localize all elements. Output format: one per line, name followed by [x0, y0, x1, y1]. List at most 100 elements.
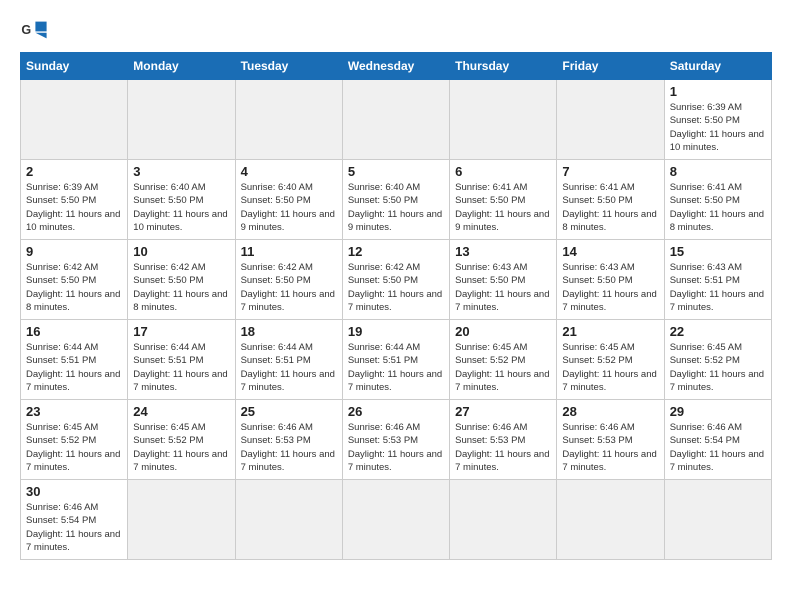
calendar-cell: [450, 80, 557, 160]
day-info: Sunrise: 6:43 AM Sunset: 5:50 PM Dayligh…: [455, 261, 551, 314]
day-number: 12: [348, 244, 444, 259]
calendar-cell: 17 Sunrise: 6:44 AM Sunset: 5:51 PM Dayli…: [128, 320, 235, 400]
day-number: 29: [670, 404, 766, 419]
calendar-week-3: 16 Sunrise: 6:44 AM Sunset: 5:51 PM Dayli…: [21, 320, 772, 400]
calendar-cell: 26 Sunrise: 6:46 AM Sunset: 5:53 PM Dayli…: [342, 400, 449, 480]
calendar-cell: 13 Sunrise: 6:43 AM Sunset: 5:50 PM Dayli…: [450, 240, 557, 320]
day-number: 14: [562, 244, 658, 259]
calendar-cell: 5 Sunrise: 6:40 AM Sunset: 5:50 PM Daylig…: [342, 160, 449, 240]
calendar-cell: 25Sunrise: 6:46 AM Sunset: 5:53 PM Dayli…: [235, 400, 342, 480]
day-number: 19: [348, 324, 444, 339]
calendar-cell: 4 Sunrise: 6:40 AM Sunset: 5:50 PM Daylig…: [235, 160, 342, 240]
calendar-cell: 2 Sunrise: 6:39 AM Sunset: 5:50 PM Daylig…: [21, 160, 128, 240]
calendar-cell: 16 Sunrise: 6:44 AM Sunset: 5:51 PM Dayli…: [21, 320, 128, 400]
header-friday: Friday: [557, 53, 664, 80]
header-tuesday: Tuesday: [235, 53, 342, 80]
day-number: 17: [133, 324, 229, 339]
day-info: Sunrise: 6:45 AM Sunset: 5:52 PM Dayligh…: [670, 341, 766, 394]
day-number: 8: [670, 164, 766, 179]
header-wednesday: Wednesday: [342, 53, 449, 80]
day-info: Sunrise: 6:42 AM Sunset: 5:50 PM Dayligh…: [133, 261, 229, 314]
day-info: Sunrise: 6:41 AM Sunset: 5:50 PM Dayligh…: [562, 181, 658, 234]
calendar-cell: [557, 480, 664, 560]
day-number: 4: [241, 164, 337, 179]
calendar-body: 1 Sunrise: 6:39 AM Sunset: 5:50 PM Daylig…: [21, 80, 772, 560]
calendar-cell: 23 Sunrise: 6:45 AM Sunset: 5:52 PM Dayli…: [21, 400, 128, 480]
day-number: 23: [26, 404, 122, 419]
day-number: 24: [133, 404, 229, 419]
header-saturday: Saturday: [664, 53, 771, 80]
calendar-cell: 8 Sunrise: 6:41 AM Sunset: 5:50 PM Daylig…: [664, 160, 771, 240]
svg-text:G: G: [21, 23, 31, 37]
calendar-cell: [128, 80, 235, 160]
day-info: Sunrise: 6:45 AM Sunset: 5:52 PM Dayligh…: [562, 341, 658, 394]
calendar-cell: [342, 80, 449, 160]
header-thursday: Thursday: [450, 53, 557, 80]
day-number: 5: [348, 164, 444, 179]
day-info: Sunrise: 6:44 AM Sunset: 5:51 PM Dayligh…: [241, 341, 337, 394]
calendar-cell: 27 Sunrise: 6:46 AM Sunset: 5:53 PM Dayli…: [450, 400, 557, 480]
logo: G: [20, 16, 52, 44]
calendar-cell: 11Sunrise: 6:42 AM Sunset: 5:50 PM Dayli…: [235, 240, 342, 320]
day-info: Sunrise: 6:41 AM Sunset: 5:50 PM Dayligh…: [670, 181, 766, 234]
calendar-cell: 10Sunrise: 6:42 AM Sunset: 5:50 PM Dayli…: [128, 240, 235, 320]
calendar-cell: [128, 480, 235, 560]
day-number: 20: [455, 324, 551, 339]
calendar-cell: 1 Sunrise: 6:39 AM Sunset: 5:50 PM Daylig…: [664, 80, 771, 160]
day-info: Sunrise: 6:40 AM Sunset: 5:50 PM Dayligh…: [133, 181, 229, 234]
calendar-cell: 24 Sunrise: 6:45 AM Sunset: 5:52 PM Dayli…: [128, 400, 235, 480]
day-number: 3: [133, 164, 229, 179]
day-info: Sunrise: 6:39 AM Sunset: 5:50 PM Dayligh…: [670, 101, 766, 154]
calendar-cell: 22 Sunrise: 6:45 AM Sunset: 5:52 PM Dayli…: [664, 320, 771, 400]
day-number: 26: [348, 404, 444, 419]
day-info: Sunrise: 6:40 AM Sunset: 5:50 PM Dayligh…: [348, 181, 444, 234]
calendar-header: SundayMondayTuesdayWednesdayThursdayFrid…: [21, 53, 772, 80]
day-info: Sunrise: 6:40 AM Sunset: 5:50 PM Dayligh…: [241, 181, 337, 234]
day-number: 27: [455, 404, 551, 419]
day-number: 9: [26, 244, 122, 259]
day-info: Sunrise: 6:45 AM Sunset: 5:52 PM Dayligh…: [455, 341, 551, 394]
day-info: Sunrise: 6:44 AM Sunset: 5:51 PM Dayligh…: [133, 341, 229, 394]
day-info: Sunrise: 6:43 AM Sunset: 5:50 PM Dayligh…: [562, 261, 658, 314]
day-number: 28: [562, 404, 658, 419]
day-info: Sunrise: 6:46 AM Sunset: 5:53 PM Dayligh…: [348, 421, 444, 474]
day-info: Sunrise: 6:46 AM Sunset: 5:53 PM Dayligh…: [562, 421, 658, 474]
day-info: Sunrise: 6:39 AM Sunset: 5:50 PM Dayligh…: [26, 181, 122, 234]
calendar-cell: 30Sunrise: 6:46 AM Sunset: 5:54 PM Dayli…: [21, 480, 128, 560]
day-number: 11: [241, 244, 337, 259]
page-header: G: [20, 16, 772, 44]
header-monday: Monday: [128, 53, 235, 80]
calendar-cell: [664, 480, 771, 560]
day-number: 2: [26, 164, 122, 179]
calendar-week-5: 30Sunrise: 6:46 AM Sunset: 5:54 PM Dayli…: [21, 480, 772, 560]
calendar-cell: [235, 480, 342, 560]
header-row: SundayMondayTuesdayWednesdayThursdayFrid…: [21, 53, 772, 80]
calendar-week-1: 2 Sunrise: 6:39 AM Sunset: 5:50 PM Daylig…: [21, 160, 772, 240]
calendar-cell: 9 Sunrise: 6:42 AM Sunset: 5:50 PM Daylig…: [21, 240, 128, 320]
day-info: Sunrise: 6:43 AM Sunset: 5:51 PM Dayligh…: [670, 261, 766, 314]
calendar-cell: [557, 80, 664, 160]
day-info: Sunrise: 6:45 AM Sunset: 5:52 PM Dayligh…: [26, 421, 122, 474]
day-info: Sunrise: 6:46 AM Sunset: 5:54 PM Dayligh…: [670, 421, 766, 474]
header-sunday: Sunday: [21, 53, 128, 80]
calendar-cell: 29 Sunrise: 6:46 AM Sunset: 5:54 PM Dayli…: [664, 400, 771, 480]
calendar-cell: 19Sunrise: 6:44 AM Sunset: 5:51 PM Dayli…: [342, 320, 449, 400]
day-number: 25: [241, 404, 337, 419]
day-number: 21: [562, 324, 658, 339]
calendar-cell: 14 Sunrise: 6:43 AM Sunset: 5:50 PM Dayli…: [557, 240, 664, 320]
day-info: Sunrise: 6:46 AM Sunset: 5:53 PM Dayligh…: [455, 421, 551, 474]
day-number: 13: [455, 244, 551, 259]
calendar-cell: 21 Sunrise: 6:45 AM Sunset: 5:52 PM Dayli…: [557, 320, 664, 400]
day-info: Sunrise: 6:41 AM Sunset: 5:50 PM Dayligh…: [455, 181, 551, 234]
day-number: 1: [670, 84, 766, 99]
day-number: 16: [26, 324, 122, 339]
calendar-table: SundayMondayTuesdayWednesdayThursdayFrid…: [20, 52, 772, 560]
calendar-week-0: 1 Sunrise: 6:39 AM Sunset: 5:50 PM Daylig…: [21, 80, 772, 160]
calendar-cell: [235, 80, 342, 160]
day-info: Sunrise: 6:45 AM Sunset: 5:52 PM Dayligh…: [133, 421, 229, 474]
day-number: 22: [670, 324, 766, 339]
calendar-cell: 20 Sunrise: 6:45 AM Sunset: 5:52 PM Dayli…: [450, 320, 557, 400]
calendar-cell: 7Sunrise: 6:41 AM Sunset: 5:50 PM Daylig…: [557, 160, 664, 240]
day-info: Sunrise: 6:42 AM Sunset: 5:50 PM Dayligh…: [26, 261, 122, 314]
day-info: Sunrise: 6:44 AM Sunset: 5:51 PM Dayligh…: [26, 341, 122, 394]
